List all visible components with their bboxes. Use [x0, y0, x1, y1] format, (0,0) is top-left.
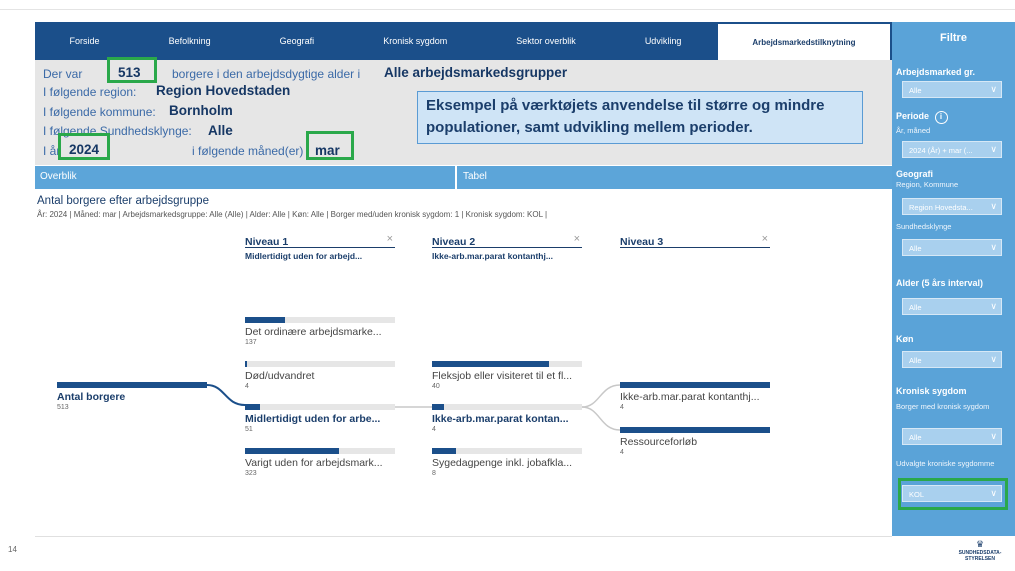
node-label: Det ordinære arbejdsmarke...: [245, 326, 382, 338]
tree-node-l2[interactable]: Fleksjob eller visiteret til et fl... 40: [432, 361, 582, 390]
node-label: Sygedagpenge inkl. jobafkla...: [432, 457, 573, 469]
tree-connectors: [206, 384, 621, 431]
filter-klynge-label: Sundhedsklynge: [896, 222, 952, 231]
periode-label-text: Periode: [896, 111, 930, 121]
node-count: 4: [245, 383, 249, 390]
content-bottom-border: [35, 536, 892, 537]
filter-periode-label: Periode i: [896, 111, 948, 124]
tree-node-l2[interactable]: Sygedagpenge inkl. jobafkla... 8: [432, 448, 582, 477]
node-bar: [245, 448, 339, 454]
tree-node-l1[interactable]: Det ordinære arbejdsmarke... 137: [245, 317, 395, 346]
node-bar: [620, 427, 770, 433]
filter-alder-label: Alder (5 års interval): [896, 278, 984, 288]
node-label: Ikke-arb.mar.parat kontanthj...: [620, 391, 760, 403]
tree-node-root[interactable]: Antal borgere 513: [57, 382, 207, 411]
node-count: 513: [57, 404, 69, 411]
node-bar: [245, 404, 260, 410]
chevron-down-icon: ∨: [990, 84, 997, 94]
node-bar: [57, 382, 207, 388]
node-bar: [432, 404, 444, 410]
page-number: 14: [8, 545, 17, 554]
dropdown-value: Region Hovedsta...: [909, 203, 973, 212]
filter-udvalgte-label: Udvalgte kroniske sygdomme: [896, 459, 995, 468]
filter-geografi-sub: Region, Kommune: [896, 180, 959, 189]
filter-periode-sub: År, måned: [896, 126, 931, 135]
node-label: Fleksjob eller visiteret til et fl...: [432, 370, 573, 382]
tree-node-l1-selected[interactable]: Midlertidigt uden for arbe... 51: [245, 404, 395, 433]
logo-line-2: STYRELSEN: [964, 556, 995, 562]
filter-koen-dropdown[interactable]: Alle ∨: [902, 351, 1002, 368]
filter-koen-label: Køn: [896, 334, 914, 344]
chevron-down-icon: ∨: [990, 301, 997, 311]
highlight-box-kol: [898, 478, 1008, 510]
tree-node-l3[interactable]: Ressourceforløb 4: [620, 427, 770, 456]
dropdown-value: Alle: [909, 433, 922, 442]
node-count: 40: [432, 383, 440, 390]
info-icon[interactable]: i: [934, 111, 948, 124]
node-bar: [620, 382, 770, 388]
node-count: 323: [245, 470, 257, 477]
sidebar-title: Filtre: [940, 32, 967, 44]
node-count: 4: [432, 426, 436, 433]
node-label: Antal borgere: [57, 391, 126, 403]
chevron-down-icon: ∨: [990, 201, 997, 211]
node-label: Ikke-arb.mar.parat kontan...: [432, 413, 569, 425]
node-label: Varigt uden for arbejdsmark...: [245, 457, 383, 469]
tree-node-l1[interactable]: Varigt uden for arbejdsmark... 323: [245, 448, 395, 477]
filter-periode-dropdown[interactable]: 2024 (År) + mar (... ∨: [902, 141, 1002, 158]
chevron-down-icon: ∨: [990, 431, 997, 441]
filter-alder-dropdown[interactable]: Alle ∨: [902, 298, 1002, 315]
tree-node-l2-selected[interactable]: Ikke-arb.mar.parat kontan... 4: [432, 404, 582, 433]
filter-arbejdsmarked-dropdown[interactable]: Alle ∨: [902, 81, 1002, 98]
tree-node-l1[interactable]: Død/udvandret 4: [245, 361, 395, 390]
node-count: 4: [620, 404, 624, 411]
chevron-down-icon: ∨: [990, 242, 997, 252]
node-bar: [245, 317, 285, 323]
chevron-down-icon: ∨: [990, 144, 997, 154]
dropdown-value: Alle: [909, 303, 922, 312]
filter-klynge-dropdown[interactable]: Alle ∨: [902, 239, 1002, 256]
node-count: 8: [432, 470, 436, 477]
crown-icon: ♛: [975, 539, 985, 549]
node-count: 51: [245, 426, 253, 433]
node-bar: [432, 448, 456, 454]
sundhedsdatastyrelsen-logo: ♛ SUNDHEDSDATA- STYRELSEN: [950, 539, 1010, 562]
dropdown-value: Alle: [909, 356, 922, 365]
node-label: Ressourceforløb: [620, 436, 698, 448]
dropdown-value: Alle: [909, 244, 922, 253]
filter-arbejdsmarked-label: Arbejdsmarked gr.: [896, 67, 976, 77]
filter-sidebar: Filtre Arbejdsmarked gr. Alle ∨ Periode …: [892, 22, 1015, 536]
dropdown-value: Alle: [909, 86, 922, 95]
node-label: Død/udvandret: [245, 370, 315, 382]
tree-node-l3[interactable]: Ikke-arb.mar.parat kontanthj... 4: [620, 382, 770, 411]
node-count: 4: [620, 449, 624, 456]
node-label: Midlertidigt uden for arbe...: [245, 413, 381, 425]
filter-geografi-dropdown[interactable]: Region Hovedsta... ∨: [902, 198, 1002, 215]
filter-geografi-label: Geografi: [896, 169, 934, 179]
dropdown-value: 2024 (År) + mar (...: [909, 146, 973, 155]
chevron-down-icon: ∨: [990, 354, 997, 364]
node-count: 137: [245, 339, 257, 346]
node-bar: [432, 361, 549, 367]
filter-kronisk-dropdown[interactable]: Alle ∨: [902, 428, 1002, 445]
filter-kronisk-sub: Borger med kronisk sygdom: [896, 402, 990, 411]
node-bar: [245, 361, 247, 367]
filter-kronisk-label: Kronisk sygdom: [896, 386, 967, 396]
